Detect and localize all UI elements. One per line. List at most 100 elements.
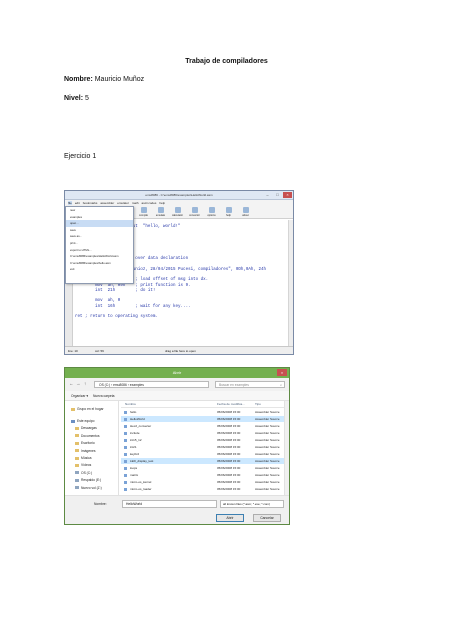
file-name: include [130, 431, 140, 435]
asm-file-icon [124, 466, 127, 470]
asm-file-icon [124, 417, 127, 421]
status-line: line: 10 [68, 349, 78, 353]
back-arrow-icon[interactable]: ← [69, 381, 74, 386]
nav-item[interactable]: Música [75, 456, 91, 460]
forward-arrow-icon[interactable]: → [76, 381, 81, 386]
file-type: Assembler Source [255, 431, 280, 435]
file-type: Assembler Source [255, 445, 280, 449]
file-name: micro-os_kernel [130, 480, 152, 484]
nav-item[interactable]: Respaldo (E:) [75, 478, 101, 482]
nav-item[interactable]: Imágenes [75, 449, 95, 453]
toolbar-button-8[interactable]: options [204, 207, 219, 218]
file-row[interactable]: micro-os_kernel 05/06/2008 15:00 Assembler… [121, 479, 285, 485]
file-date: 05/06/2008 15:00 [217, 438, 241, 442]
menu-item-6[interactable]: ascii codes [142, 201, 157, 205]
file-row[interactable]: keybrd 05/06/2008 15:00 Assembler Source [121, 451, 285, 457]
toolbar-icon [174, 207, 181, 213]
file-menu-item[interactable]: export to HTML... [66, 247, 133, 254]
file-menu-item[interactable]: C:\emu8086\examples\HelloWorld.asm [66, 253, 133, 260]
file-menu-item[interactable]: open... [66, 220, 133, 227]
file-menu-item[interactable]: exit [66, 266, 133, 273]
toolbar-button-6[interactable]: calculator [170, 207, 185, 218]
search-input[interactable]: Buscar en examples ⌕ [215, 381, 285, 388]
cancel-button[interactable]: Cancelar [253, 514, 281, 522]
filetype-select[interactable]: all known files (*.asm; *.exe; *.com) [220, 500, 284, 508]
nav-item[interactable]: Descargas [75, 426, 97, 430]
editor-title-bar: emu8086 - C:\emu8086\examples\HelloWorld… [65, 191, 293, 200]
file-type: Assembler Source [255, 473, 280, 477]
file-menu-item[interactable]: print... [66, 240, 133, 247]
dialog-title: Abrir [172, 370, 182, 375]
nav-item-label: Este equipo [77, 419, 95, 423]
nav-item[interactable]: Vídeos [75, 463, 91, 467]
file-row[interactable]: HelloWorld 05/06/2008 15:00 Assembler Sour… [121, 416, 285, 422]
name-label: Nombre: [64, 76, 93, 83]
column-name[interactable]: Nombre [125, 401, 136, 408]
menu-item-1[interactable]: edit [75, 201, 80, 205]
minimize-icon[interactable]: – [263, 192, 272, 198]
file-menu-item[interactable]: save as... [66, 233, 133, 240]
toolbar-button-10[interactable]: about [238, 207, 253, 218]
file-list-scrollbar[interactable] [284, 401, 289, 495]
open-button[interactable]: Abrir [216, 514, 244, 522]
close-icon[interactable]: × [277, 369, 287, 376]
file-menu-item[interactable]: new [66, 207, 133, 214]
nav-item-label: Nuevo vol (Z:) [81, 485, 102, 490]
file-row[interactable]: int15_12 05/06/2008 15:00 Assembler Source [121, 437, 285, 443]
file-menu-item[interactable]: examples [66, 214, 133, 221]
new-folder-button[interactable]: Nueva carpeta [93, 391, 114, 401]
toolbar-button-4[interactable]: compile [136, 207, 151, 218]
path-field[interactable]: OS (C:) › emu8086 › examples [94, 381, 209, 388]
file-row[interactable]: int21 05/06/2008 15:00 Assembler Source [121, 444, 285, 450]
file-row[interactable]: loops 05/06/2008 15:00 Assembler Source [121, 465, 285, 471]
folder-icon [75, 434, 79, 438]
file-name: Hex2_converter [130, 424, 152, 428]
filename-field[interactable]: HelloWorld [122, 500, 217, 508]
file-type: Assembler Source [255, 459, 280, 463]
file-row[interactable]: micro-os_loader 05/06/2008 15:00 Assembler… [121, 486, 285, 492]
file-menu-item[interactable]: C:\emu8086\examples\hello.asm [66, 260, 133, 267]
asm-file-icon [124, 438, 127, 442]
editor-scrollbar[interactable] [288, 220, 293, 347]
up-arrow-icon[interactable]: ↑ [84, 381, 86, 386]
organize-button[interactable]: Organizar ▾ [71, 391, 88, 401]
nav-item[interactable]: Nuevo vol (Z:) [75, 486, 102, 490]
nav-item-label: Vídeos [81, 463, 92, 468]
folder-icon [71, 407, 75, 411]
menu-item-0[interactable]: file [68, 201, 72, 205]
nav-item[interactable]: Este equipo [71, 419, 94, 423]
nav-item[interactable]: Grupo en el hogar [71, 407, 104, 411]
document-title: Trabajo de compiladores [185, 58, 268, 65]
file-row[interactable]: Hex2_converter 05/06/2008 15:00 Assembler … [121, 423, 285, 429]
level-value: 5 [83, 95, 89, 102]
menu-item-3[interactable]: assembler [100, 201, 114, 205]
toolbar-icon [242, 207, 249, 213]
file-menu-item[interactable]: save [66, 227, 133, 234]
file-row[interactable]: include 05/06/2008 15:00 Assembler Source [121, 430, 285, 436]
toolbar-button-9[interactable]: help [221, 207, 236, 218]
file-name: HelloWorld [130, 417, 145, 421]
folder-icon [75, 449, 79, 453]
toolbar-button-5[interactable]: emulate [153, 207, 168, 218]
nav-item[interactable]: Documentos [75, 434, 100, 438]
close-icon[interactable]: × [283, 192, 292, 198]
menu-item-7[interactable]: help [159, 201, 165, 205]
file-row[interactable]: matrix 05/06/2008 15:00 Assembler Source [121, 472, 285, 478]
maximize-icon[interactable]: □ [273, 192, 282, 198]
navigation-pane: Grupo en el hogar Este equipo Descargas Doc… [65, 401, 119, 495]
asm-file-icon [124, 410, 127, 414]
column-date[interactable]: Fecha de modifica... [217, 401, 245, 408]
file-name: keybrd [130, 452, 140, 456]
menu-item-4[interactable]: emulator [117, 201, 129, 205]
file-row[interactable]: hello 05/06/2008 15:00 Assembler Source [121, 409, 285, 415]
file-row[interactable]: LED_display_test 05/06/2008 15:00 Assemble… [121, 458, 285, 464]
toolbar-button-7[interactable]: convertor [187, 207, 202, 218]
nav-item[interactable]: Escritorio [75, 441, 95, 445]
drive-icon [75, 486, 79, 490]
menu-item-2[interactable]: bookmarks [83, 201, 98, 205]
nav-item[interactable]: OS (C:) [75, 471, 92, 475]
file-date: 05/06/2008 15:00 [217, 466, 241, 470]
file-date: 05/06/2008 15:00 [217, 487, 241, 491]
menu-item-5[interactable]: math [132, 201, 139, 205]
column-type[interactable]: Tipo [255, 401, 261, 408]
